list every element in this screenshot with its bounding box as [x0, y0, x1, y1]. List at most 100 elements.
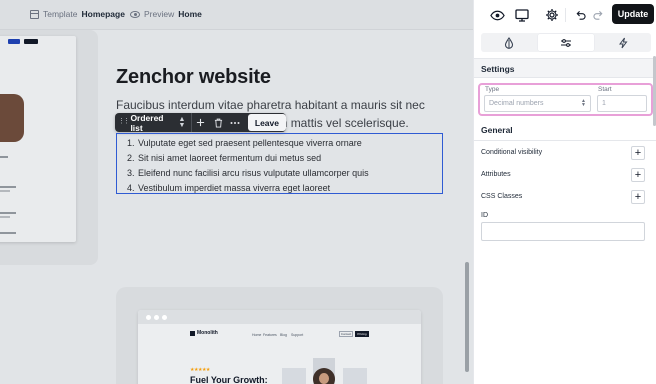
plus-icon[interactable]	[192, 113, 209, 132]
eye-icon	[130, 10, 140, 18]
list-item-number: 4.	[127, 183, 135, 193]
list-item[interactable]: 1. Vulputate eget sed praesent pellentesq…	[127, 136, 369, 151]
list-item-text: Sit nisi amet laoreet fermentum dui metu…	[138, 153, 322, 163]
preview-breadcrumb[interactable]: Preview Home	[130, 9, 202, 19]
add-attribute-button[interactable]: +	[631, 168, 645, 182]
preview-contact-button: Contact	[339, 331, 353, 337]
list-item-text: Vulputate eget sed praesent pellentesque…	[138, 138, 362, 148]
toolbar-divider	[565, 8, 566, 22]
template-preview-window	[138, 310, 421, 384]
preview-eye-icon[interactable]	[489, 7, 505, 23]
list-item-number: 3.	[127, 168, 135, 178]
list-item[interactable]: 2. Sit nisi amet laoreet fermentum dui me…	[127, 151, 369, 166]
list-item-number: 2.	[127, 153, 135, 163]
page-heading[interactable]: Zenchor website	[116, 66, 271, 89]
template-label: Template	[43, 9, 78, 19]
attributes-label: Attributes	[481, 171, 511, 178]
undo-icon[interactable]	[572, 7, 588, 23]
css-classes-label: CSS Classes	[481, 193, 523, 200]
list-settings-fields: Type Decimal numbers ▲ ▼ Start 1	[480, 85, 651, 114]
logo-mark-icon	[190, 330, 195, 336]
start-label: Start	[598, 86, 612, 93]
chevron-updown-icon: ▲ ▼	[178, 115, 186, 129]
list-item-number: 1.	[127, 138, 135, 148]
preview-window-bar	[138, 310, 421, 324]
template-thumbnail[interactable]	[0, 36, 76, 242]
preview-image-pane	[343, 368, 367, 384]
thumbnail-text-line	[0, 232, 16, 234]
list-item[interactable]: 3. Eleifend nunc facilisi arcu risus vulp…	[127, 166, 369, 181]
redo-icon[interactable]	[590, 7, 606, 23]
preview-nav-link: Blog	[280, 333, 288, 337]
editor-canvas[interactable]: Template Homepage Preview Home Zenchor w…	[0, 0, 473, 384]
settings-section-header[interactable]: Settings	[474, 58, 656, 78]
canvas-topbar: Template Homepage Preview Home	[0, 0, 473, 30]
lightning-icon	[618, 37, 627, 48]
template-icon	[30, 9, 39, 19]
update-button[interactable]: Update	[612, 4, 654, 24]
tab-style[interactable]	[481, 33, 537, 52]
thumbnail-button	[24, 39, 38, 44]
thumbnail-text-line	[0, 186, 16, 188]
settings-title: Settings	[481, 64, 515, 74]
window-dot	[146, 315, 151, 320]
thumbnail-text-line	[0, 212, 16, 214]
preview-label: Preview	[144, 9, 175, 19]
type-select[interactable]: Decimal numbers ▲ ▼	[484, 95, 591, 112]
id-input[interactable]	[481, 222, 645, 241]
thumbnail-text-line	[0, 190, 10, 192]
template-breadcrumb[interactable]: Template Homepage	[30, 9, 125, 19]
sliders-icon	[561, 38, 571, 47]
preview-nav-link: Features	[263, 333, 277, 337]
tab-interactions[interactable]	[595, 33, 651, 52]
ordered-list: 1. Vulputate eget sed praesent pellentesq…	[127, 136, 369, 196]
ellipsis-icon[interactable]	[227, 113, 244, 132]
preview-person-photo	[313, 368, 335, 384]
trash-icon[interactable]	[210, 113, 227, 132]
drop-icon	[504, 36, 514, 49]
id-label: ID	[481, 212, 488, 219]
preview-name: Home	[178, 9, 202, 19]
element-toolbar: Ordered list ▲▼ Leave	[115, 112, 286, 133]
thumbnail-text-line	[0, 216, 10, 218]
add-conditional-visibility-button[interactable]: +	[631, 146, 645, 160]
properties-panel: Update Settings Type Decimal numbers ▲ ▼ …	[473, 0, 656, 384]
type-select-value: Decimal numbers	[489, 100, 544, 107]
template-name: Homepage	[81, 9, 125, 19]
thumbnail-button	[8, 39, 20, 44]
tab-settings[interactable]	[538, 34, 594, 51]
thumbnail-text-line	[0, 156, 8, 158]
paragraph-line: Faucibus interdum vitae pharetra habitan…	[116, 98, 425, 112]
general-title[interactable]: General	[481, 125, 513, 135]
section-divider	[474, 140, 656, 141]
panel-tabs	[481, 33, 651, 52]
drag-handle-icon[interactable]	[115, 113, 128, 132]
list-item-text: Eleifend nunc facilisi arcu risus vulput…	[138, 168, 369, 178]
leave-button[interactable]: Leave	[247, 114, 286, 131]
chevron-updown-icon: ▲ ▼	[581, 98, 586, 108]
type-label: Type	[485, 86, 500, 93]
gear-icon[interactable]	[544, 7, 560, 23]
ordered-list-selected[interactable]: 1. Vulputate eget sed praesent pellentesq…	[116, 133, 443, 194]
desktop-icon[interactable]	[514, 7, 530, 23]
add-css-class-button[interactable]: +	[631, 190, 645, 204]
start-input[interactable]: 1	[597, 95, 647, 112]
element-type-label: Ordered list	[130, 112, 164, 133]
preview-hero-title: Fuel Your Growth:	[190, 375, 268, 384]
element-type-select[interactable]: Ordered list ▲ ▼	[126, 112, 193, 133]
preview-nav-link: Home	[252, 333, 262, 337]
window-dot	[162, 315, 167, 320]
list-settings-highlight: Type Decimal numbers ▲ ▼ Start 1	[478, 83, 653, 116]
window-dot	[154, 315, 159, 320]
panel-toolbar: Update	[474, 0, 656, 30]
start-input-placeholder: 1	[602, 100, 606, 107]
preview-logo-text: Monolith	[197, 330, 218, 336]
canvas-scrollbar-thumb[interactable]	[465, 262, 469, 372]
list-item-text: Vestibulum imperdiet massa viverra eget …	[138, 183, 331, 193]
thumbnail-photo	[0, 94, 24, 142]
preview-nav-link: Support	[291, 333, 304, 337]
preview-stars: ★★★★★	[190, 367, 210, 373]
preview-logo: Monolith	[190, 330, 218, 336]
list-item[interactable]: 4. Vestibulum imperdiet massa viverra ege…	[127, 181, 369, 196]
preview-image-pane	[282, 368, 306, 384]
